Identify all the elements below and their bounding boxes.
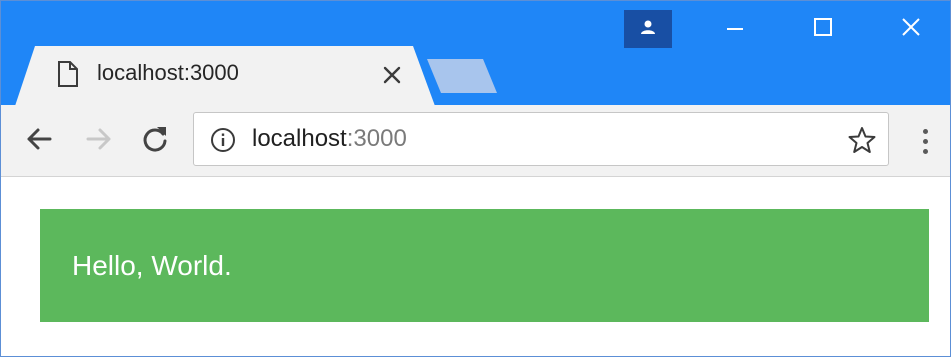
forward-button[interactable]: [83, 125, 115, 157]
browser-window: localhost:3000 localhost:3000 Hello, Wor…: [0, 0, 951, 357]
address-bar[interactable]: localhost:3000: [193, 112, 889, 166]
menu-dot: [922, 148, 928, 154]
page-content: Hello, World.: [1, 178, 950, 356]
close-icon: [900, 16, 922, 43]
tab-localhost[interactable]: localhost:3000: [15, 46, 435, 106]
person-icon: [639, 18, 657, 41]
page-icon: [57, 60, 79, 93]
new-tab-button[interactable]: [427, 59, 497, 93]
more-vertical-icon[interactable]: [913, 123, 937, 159]
profile-button[interactable]: [624, 10, 672, 48]
reload-icon: [140, 124, 170, 159]
star-icon[interactable]: [848, 126, 876, 159]
minimize-icon: [725, 17, 745, 42]
url-port: :3000: [346, 125, 407, 152]
url-host: localhost: [252, 125, 347, 152]
back-button[interactable]: [23, 125, 55, 157]
maximize-button[interactable]: [793, 9, 853, 49]
tab-title: localhost:3000: [97, 60, 239, 85]
url-text: localhost:3000: [252, 125, 407, 153]
close-icon[interactable]: [381, 64, 403, 86]
maximize-icon: [813, 17, 833, 42]
success-alert: Hello, World.: [40, 209, 929, 322]
title-bar: localhost:3000: [1, 1, 950, 106]
info-icon[interactable]: [210, 127, 236, 158]
reload-button[interactable]: [139, 125, 171, 157]
close-window-button[interactable]: [881, 9, 941, 49]
menu-dot: [922, 138, 928, 144]
alert-text: Hello, World.: [72, 249, 232, 281]
arrow-right-icon: [84, 124, 114, 159]
minimize-button[interactable]: [705, 9, 765, 49]
arrow-left-icon: [24, 124, 54, 159]
menu-dot: [922, 128, 928, 134]
browser-toolbar: localhost:3000: [1, 105, 950, 177]
